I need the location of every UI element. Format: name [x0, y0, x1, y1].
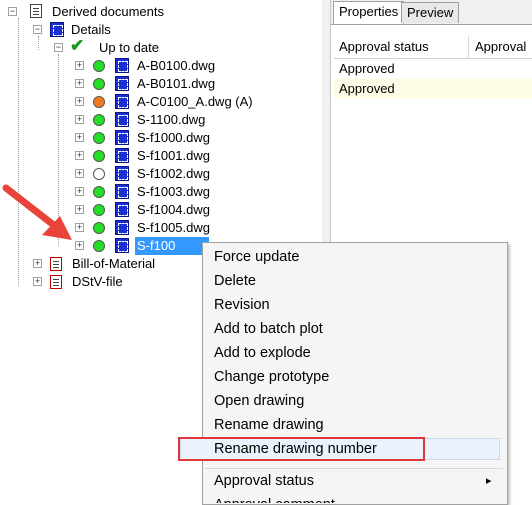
- expand-icon[interactable]: +: [75, 169, 84, 178]
- tree-file-label: S-f1004.dwg: [137, 202, 210, 217]
- status-green-icon: [93, 204, 105, 216]
- column-header-approval[interactable]: Approval: [475, 39, 526, 54]
- status-white-icon: [93, 168, 105, 180]
- collapse-icon[interactable]: −: [33, 25, 42, 34]
- drawing-file-icon: [115, 130, 129, 145]
- menu-item-label: Add to batch plot: [214, 321, 323, 337]
- menu-item-add-to-explode[interactable]: Add to explode: [214, 341, 504, 365]
- menu-item-revision[interactable]: Revision: [214, 293, 504, 317]
- menu-item-label: Approval status: [214, 473, 314, 489]
- collapse-icon[interactable]: −: [54, 43, 63, 52]
- menu-item-label: Rename drawing: [214, 417, 324, 433]
- expand-icon[interactable]: +: [33, 259, 42, 268]
- tree-uptodate-label: Up to date: [99, 40, 159, 55]
- status-green-icon: [93, 132, 105, 144]
- status-green-icon: [93, 186, 105, 198]
- drawing-file-icon: [115, 76, 129, 91]
- tree-file-label: S-f100: [135, 237, 209, 255]
- expand-icon[interactable]: +: [75, 133, 84, 142]
- menu-item-approval-comment[interactable]: Approval comment: [214, 493, 504, 503]
- status-green-icon: [93, 60, 105, 72]
- tree-file-label: S-f1005.dwg: [137, 220, 210, 235]
- table-row[interactable]: Approved: [334, 79, 532, 99]
- drawing-folder-icon: [50, 22, 64, 37]
- tab-preview[interactable]: Preview: [401, 2, 460, 23]
- menu-item-approval-status[interactable]: Approval status ▸: [214, 469, 504, 493]
- drawing-file-icon: [115, 166, 129, 181]
- drawing-file-icon: [115, 94, 129, 109]
- tree-bom-label: Bill-of-Material: [72, 256, 156, 271]
- tree-guide-line: [38, 36, 39, 50]
- menu-item-label: Change prototype: [214, 369, 330, 385]
- column-divider[interactable]: [468, 36, 469, 58]
- tree-file-label: S-f1001.dwg: [137, 148, 210, 163]
- menu-item-change-prototype[interactable]: Change prototype: [214, 365, 504, 389]
- grid-header: Approval status Approval: [334, 36, 532, 59]
- tree-file-label: S-1100.dwg: [137, 112, 206, 127]
- panel-tabs: Properties Preview: [331, 0, 532, 25]
- dstv-icon: [50, 275, 62, 289]
- drawing-file-icon: [115, 184, 129, 199]
- status-green-icon: [93, 114, 105, 126]
- expand-icon[interactable]: +: [75, 79, 84, 88]
- drawing-file-icon: [115, 202, 129, 217]
- tree-file-label: A-B0101.dwg: [137, 76, 216, 91]
- status-green-icon: [93, 222, 105, 234]
- menu-item-label: Revision: [214, 297, 270, 313]
- column-header-approval-status[interactable]: Approval status: [339, 39, 429, 54]
- highlight-box: [178, 437, 425, 461]
- tree-file-label: A-C0100_A.dwg (A): [137, 94, 253, 109]
- table-row[interactable]: Approved: [334, 59, 532, 79]
- drawing-file-icon: [115, 148, 129, 163]
- drawing-file-icon: [115, 112, 129, 127]
- status-orange-icon: [93, 96, 105, 108]
- collapse-icon[interactable]: −: [8, 7, 17, 16]
- tab-properties[interactable]: Properties: [333, 1, 405, 24]
- drawing-file-icon: [115, 220, 129, 235]
- checkmark-icon: ✔: [70, 36, 85, 55]
- expand-icon[interactable]: +: [75, 61, 84, 70]
- tree-dstv-label: DStV-file: [72, 274, 123, 289]
- expand-icon[interactable]: +: [75, 97, 84, 106]
- menu-item-force-update[interactable]: Force update: [214, 245, 504, 269]
- bom-icon: [50, 257, 62, 271]
- status-green-icon: [93, 150, 105, 162]
- arrow-shaft: [2, 184, 64, 234]
- tree-file-label: S-f1000.dwg: [137, 130, 210, 145]
- menu-item-label: Force update: [214, 249, 300, 265]
- menu-item-label: Delete: [214, 273, 256, 289]
- red-arrow-annotation: [2, 184, 72, 240]
- tree-root-label: Derived documents: [52, 4, 164, 19]
- expand-icon[interactable]: +: [75, 151, 84, 160]
- submenu-arrow-icon: ▸: [486, 475, 492, 487]
- menu-item-delete[interactable]: Delete: [214, 269, 504, 293]
- tree-file-label: S-f1002.dwg: [137, 166, 210, 181]
- status-green-icon: [93, 78, 105, 90]
- drawing-file-icon: [115, 58, 129, 73]
- tree-file-label: A-B0100.dwg: [137, 58, 216, 73]
- menu-item-label: Open drawing: [214, 393, 305, 409]
- menu-item-rename-drawing[interactable]: Rename drawing: [214, 413, 504, 437]
- tree-file-label: S-f1003.dwg: [137, 184, 210, 199]
- drawing-file-icon: [115, 238, 129, 253]
- status-green-icon: [93, 240, 105, 252]
- menu-item-add-to-batch-plot[interactable]: Add to batch plot: [214, 317, 504, 341]
- menu-item-open-drawing[interactable]: Open drawing: [214, 389, 504, 413]
- documents-icon: [30, 4, 42, 18]
- menu-item-label: Add to explode: [214, 345, 311, 361]
- expand-icon[interactable]: +: [33, 277, 42, 286]
- expand-icon[interactable]: +: [75, 115, 84, 124]
- menu-item-label: Approval comment: [214, 497, 335, 503]
